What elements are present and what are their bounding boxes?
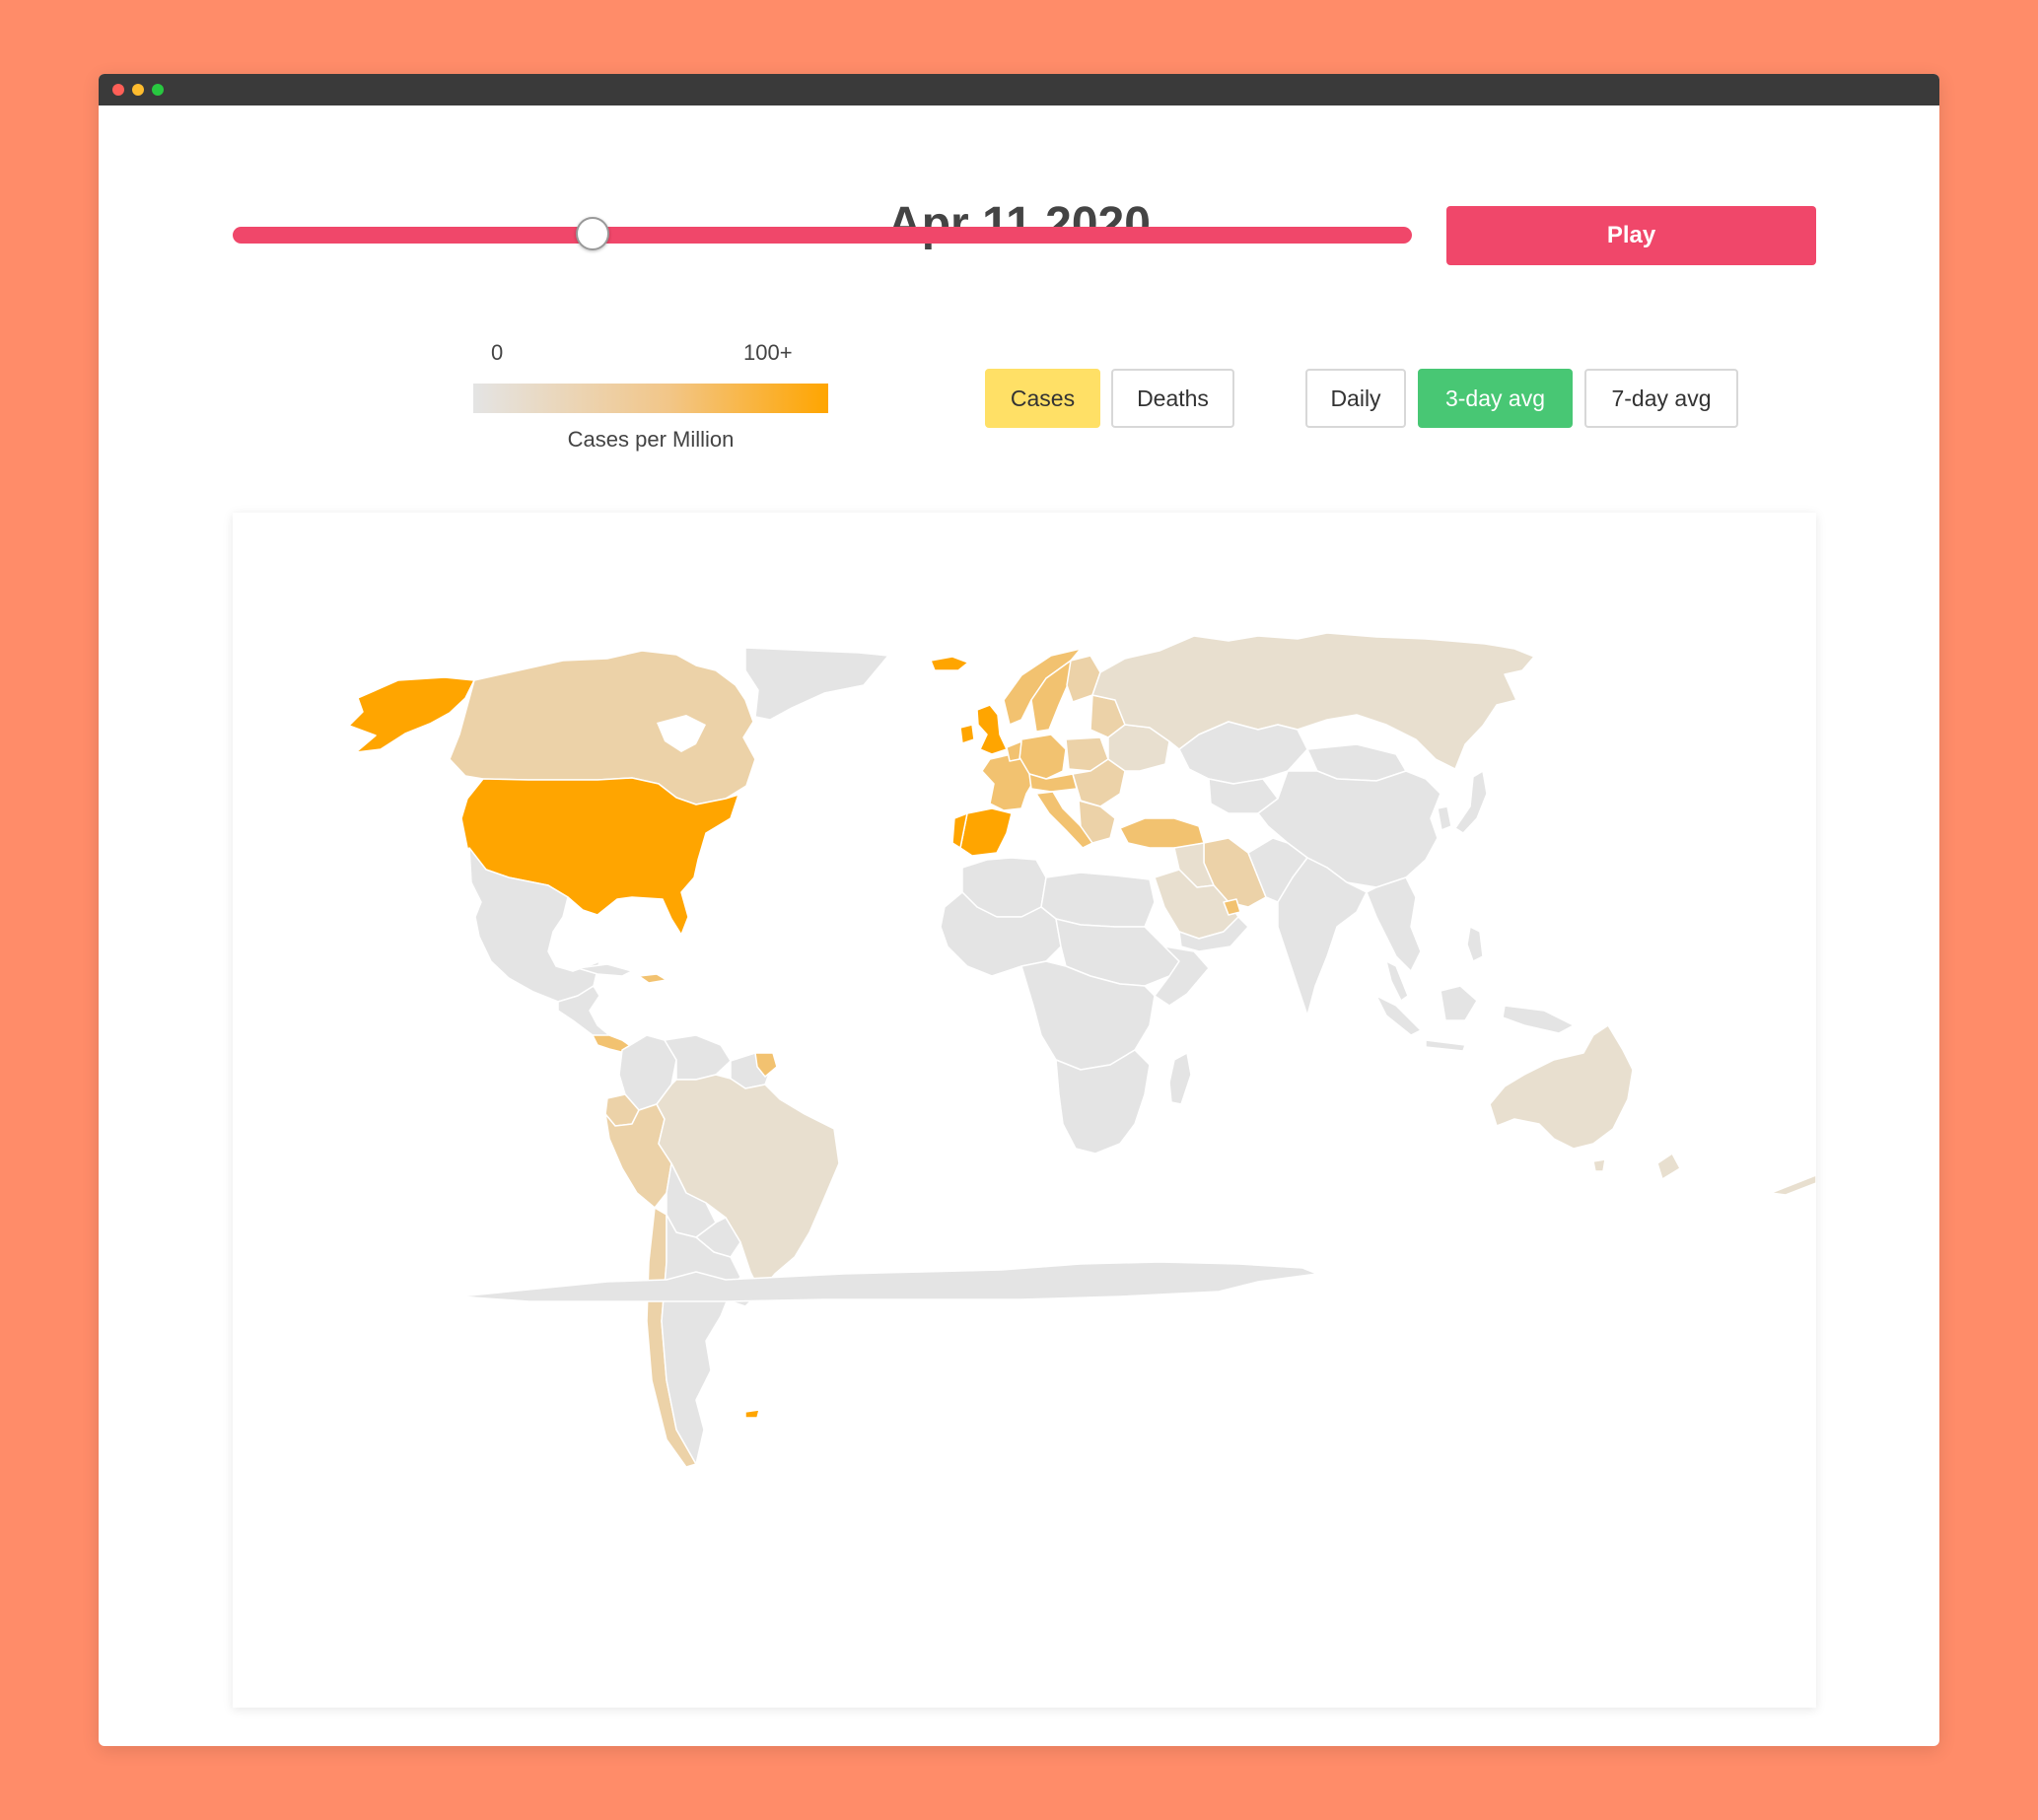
country-philippines[interactable] (1466, 926, 1484, 962)
country-hispaniola[interactable] (638, 973, 668, 984)
close-window-icon[interactable] (112, 84, 124, 96)
cases-toggle-button[interactable]: Cases (985, 369, 1100, 428)
country-new-zealand[interactable] (1656, 1153, 1681, 1180)
legend-gradient-bar (473, 384, 828, 413)
country-southern-africa[interactable] (1055, 1049, 1151, 1155)
country-switzerland-austria[interactable] (1028, 773, 1078, 793)
country-southeast-asia[interactable] (1366, 876, 1422, 972)
country-pacific-islands[interactable] (1770, 1174, 1816, 1196)
world-choropleth-map (348, 632, 1816, 1468)
country-turkey[interactable] (1119, 817, 1205, 849)
country-australia[interactable] (1489, 1024, 1634, 1150)
country-madagascar[interactable] (1168, 1052, 1192, 1105)
maximize-window-icon[interactable] (152, 84, 164, 96)
minimize-window-icon[interactable] (132, 84, 144, 96)
timeline-slider-thumb[interactable] (575, 217, 609, 250)
play-button[interactable]: Play (1446, 206, 1816, 265)
browser-window: Apr 11 2020 Play 0 100+ Cases per Millio… (99, 74, 1939, 1746)
three-day-avg-toggle-button[interactable]: 3-day avg (1418, 369, 1573, 428)
country-spain[interactable] (959, 807, 1013, 857)
daily-toggle-button[interactable]: Daily (1305, 369, 1406, 428)
legend-min-label: 0 (491, 340, 504, 365)
country-egypt-libya[interactable] (1040, 872, 1156, 928)
country-sumatra[interactable] (1375, 995, 1422, 1036)
seven-day-avg-toggle-button[interactable]: 7-day avg (1584, 369, 1738, 428)
country-borneo[interactable] (1440, 985, 1478, 1021)
country-malay-peninsula[interactable] (1385, 960, 1409, 1002)
country-antarctica[interactable] (458, 1261, 1318, 1302)
country-new-guinea[interactable] (1502, 1005, 1575, 1034)
country-korea[interactable] (1437, 805, 1452, 831)
color-legend: 0 100+ Cases per Million (375, 340, 828, 452)
country-alaska[interactable] (348, 676, 475, 753)
country-japan[interactable] (1454, 770, 1488, 834)
timeline-slider-track[interactable] (233, 227, 1412, 244)
country-ireland[interactable] (959, 724, 975, 744)
country-tasmania[interactable] (1592, 1158, 1606, 1172)
country-iceland[interactable] (930, 656, 969, 671)
legend-max-label: 100+ (743, 340, 793, 365)
country-java[interactable] (1425, 1039, 1466, 1052)
legend-caption: Cases per Million (567, 427, 735, 452)
country-greenland[interactable] (744, 647, 889, 721)
country-falklands[interactable] (744, 1409, 760, 1419)
country-united-kingdom[interactable] (976, 704, 1008, 755)
deaths-toggle-button[interactable]: Deaths (1111, 369, 1234, 428)
country-benelux[interactable] (1006, 740, 1022, 762)
window-titlebar (99, 74, 1939, 105)
world-map-card (233, 513, 1816, 1708)
